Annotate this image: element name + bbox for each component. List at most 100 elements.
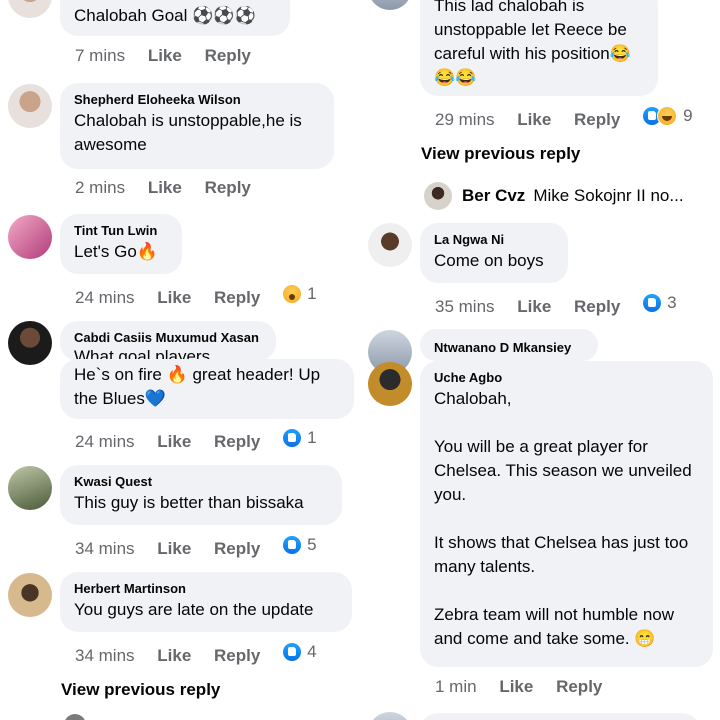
- comment-actions: 1 min Like Reply: [435, 676, 620, 698]
- comment-actions: 24 mins Like Reply 1: [75, 283, 335, 309]
- comment-time: 34 mins: [75, 539, 135, 558]
- reaction-count: 5: [307, 535, 317, 554]
- comment-bubble: Tint Tun Lwin Let's Go🔥: [60, 214, 182, 274]
- reply-button[interactable]: Reply: [214, 287, 260, 309]
- comment-bubble: He`s on fire 🔥 great header! Up the Blue…: [60, 359, 354, 419]
- reply-button[interactable]: Reply: [205, 45, 251, 67]
- commenter-name[interactable]: Tint Tun Lwin: [74, 222, 168, 240]
- comment-time: 24 mins: [75, 288, 135, 307]
- comment-text: You guys are late on the update: [74, 600, 314, 619]
- comment-bubble: This lad chalobah is unstoppable let Ree…: [420, 0, 658, 96]
- avatar[interactable]: [8, 215, 52, 259]
- reply-button[interactable]: Reply: [214, 431, 260, 453]
- comment-text: Chalobah is unstoppable,he is awesome: [74, 111, 307, 154]
- comment-actions: 35 mins Like Reply 3: [435, 292, 695, 318]
- comment-bubble: Uche Agbo Chalobah, You will be a great …: [420, 361, 713, 667]
- comment-text: Chalobah Goal ⚽⚽⚽: [74, 6, 256, 25]
- commenter-name[interactable]: Ntwanano D Mkansiey: [434, 339, 584, 357]
- wow-icon: [283, 285, 302, 303]
- reply-button[interactable]: Reply: [574, 296, 620, 318]
- like-button[interactable]: Like: [157, 287, 191, 309]
- reply-button[interactable]: Reply: [574, 109, 620, 131]
- comment-actions: 34 mins Like Reply 5: [75, 534, 335, 560]
- reaction-summary[interactable]: 4: [283, 641, 334, 663]
- comment-bubble: Cabdi Casiis Muxumud Xasan What goal pla…: [60, 321, 276, 361]
- like-icon: [283, 643, 302, 661]
- avatar[interactable]: [8, 0, 52, 18]
- avatar[interactable]: [8, 466, 52, 510]
- left-comment-column: Chalobah Goal ⚽⚽⚽ 7 mins Like Reply Shep…: [0, 0, 360, 720]
- avatar[interactable]: [8, 573, 52, 617]
- like-icon: [283, 536, 302, 554]
- reaction-count: 4: [307, 642, 317, 661]
- commenter-name[interactable]: Shepherd Eloheeka Wilson: [74, 91, 320, 109]
- reply-button[interactable]: Reply: [556, 676, 602, 698]
- avatar[interactable]: [368, 0, 412, 10]
- view-previous-reply-link[interactable]: View previous reply: [61, 680, 220, 700]
- avatar[interactable]: [8, 321, 52, 365]
- comment-actions: 2 mins Like Reply: [75, 177, 269, 199]
- comment-bubble: [420, 713, 700, 720]
- reaction-count: 1: [307, 284, 317, 303]
- reaction-summary[interactable]: 1: [283, 427, 334, 449]
- haha-icon: [657, 106, 678, 126]
- comment-text: He`s on fire 🔥 great header! Up the Blue…: [74, 365, 325, 408]
- avatar[interactable]: [368, 362, 412, 406]
- avatar[interactable]: [8, 84, 52, 128]
- reply-button[interactable]: Reply: [214, 538, 260, 560]
- reply-author: Ber Cvz: [462, 186, 526, 205]
- comment-time: 34 mins: [75, 646, 135, 665]
- comment-time: 2 mins: [75, 178, 126, 197]
- like-button[interactable]: Like: [157, 538, 191, 560]
- comment-bubble: Shepherd Eloheeka Wilson Chalobah is uns…: [60, 83, 334, 169]
- reaction-summary[interactable]: 3: [643, 292, 694, 314]
- avatar[interactable]: [64, 714, 86, 720]
- comment-time: 1 min: [435, 677, 477, 696]
- comment-text: This guy is better than bissaka: [74, 493, 304, 512]
- reply-preview[interactable]: Ber Cvz Mike Sokojnr II no...: [424, 182, 720, 210]
- like-button[interactable]: Like: [157, 645, 191, 667]
- comment-bubble: Herbert Martinson You guys are late on t…: [60, 572, 352, 632]
- reply-button[interactable]: Reply: [205, 177, 251, 199]
- comment-text: Chalobah, You will be a great player for…: [434, 389, 692, 648]
- comment-text: Come on boys: [434, 251, 544, 270]
- reaction-count: 3: [667, 293, 677, 312]
- reply-button[interactable]: Reply: [214, 645, 260, 667]
- reaction-summary[interactable]: 1: [283, 283, 334, 305]
- commenter-name[interactable]: Uche Agbo: [434, 369, 699, 387]
- comment-actions: 34 mins Like Reply 4: [75, 641, 335, 667]
- avatar[interactable]: [368, 712, 412, 720]
- right-comment-column: This lad chalobah is unstoppable let Ree…: [360, 0, 720, 720]
- comment-bubble: Ntwanano D Mkansiey: [420, 329, 598, 361]
- comment-time: 24 mins: [75, 432, 135, 451]
- comment-actions: 29 mins Like Reply 9: [435, 105, 711, 131]
- commenter-name[interactable]: La Ngwa Ni: [434, 231, 554, 249]
- avatar[interactable]: [368, 223, 412, 267]
- comment-text: Let's Go🔥: [74, 242, 158, 261]
- like-button[interactable]: Like: [517, 109, 551, 131]
- comment-actions: 24 mins Like Reply 1: [75, 427, 335, 453]
- avatar: [424, 182, 452, 210]
- like-button[interactable]: Like: [148, 45, 182, 67]
- comment-bubble: Kwasi Quest This guy is better than biss…: [60, 465, 342, 525]
- view-previous-reply-link[interactable]: View previous reply: [421, 144, 580, 164]
- like-icon: [283, 429, 302, 447]
- reaction-summary[interactable]: 5: [283, 534, 334, 556]
- commenter-name[interactable]: Herbert Martinson: [74, 580, 338, 598]
- comment-actions: 7 mins Like Reply: [75, 45, 269, 67]
- comment-text: This lad chalobah is unstoppable let Ree…: [434, 0, 632, 87]
- comment-bubble: La Ngwa Ni Come on boys: [420, 223, 568, 283]
- like-icon: [643, 294, 662, 312]
- comment-bubble: Chalobah Goal ⚽⚽⚽: [60, 0, 290, 36]
- reaction-count: 1: [307, 428, 317, 447]
- reaction-summary[interactable]: 9: [643, 105, 710, 127]
- reply-snippet: Mike Sokojnr II no...: [533, 186, 684, 205]
- comment-time: 29 mins: [435, 110, 495, 129]
- reaction-count: 9: [683, 106, 693, 125]
- like-button[interactable]: Like: [517, 296, 551, 318]
- like-button[interactable]: Like: [157, 431, 191, 453]
- like-button[interactable]: Like: [148, 177, 182, 199]
- comment-time: 35 mins: [435, 297, 495, 316]
- commenter-name[interactable]: Kwasi Quest: [74, 473, 328, 491]
- like-button[interactable]: Like: [499, 676, 533, 698]
